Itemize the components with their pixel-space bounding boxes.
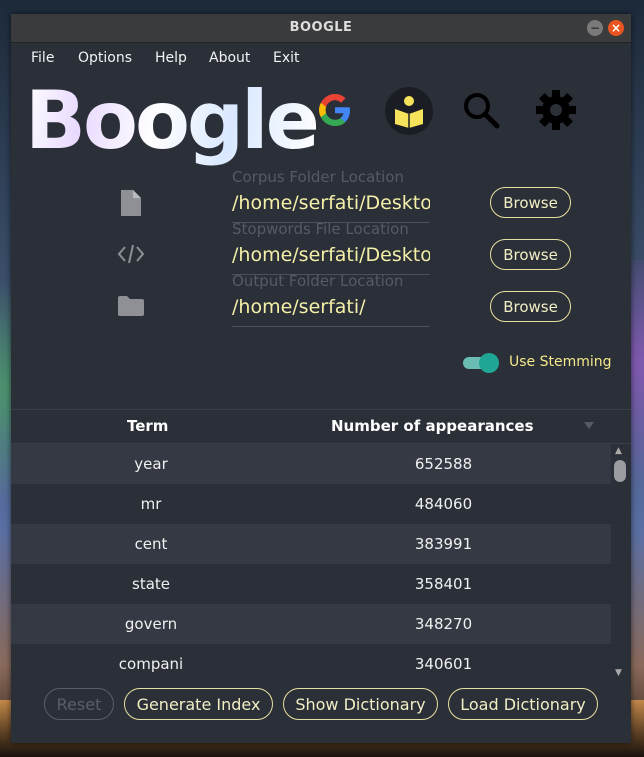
stopwords-path-input[interactable]: /home/serfati/Desktop xyxy=(232,241,430,269)
stopwords-label: Stopwords File Location xyxy=(232,220,409,238)
stemming-toggle[interactable] xyxy=(461,353,499,373)
output-underline xyxy=(232,326,430,327)
corpus-path-input[interactable]: /home/serfati/Desktop xyxy=(232,189,430,217)
output-label: Output Folder Location xyxy=(232,272,404,290)
table-row[interactable]: govern 348270 xyxy=(11,604,611,644)
term-cell: govern xyxy=(124,615,178,633)
count-cell: 652588 xyxy=(414,455,473,473)
count-cell: 358401 xyxy=(414,575,473,593)
term-cell: year xyxy=(134,455,168,473)
menu-about[interactable]: About xyxy=(209,43,250,73)
table-row[interactable]: mr 484060 xyxy=(11,484,611,524)
stemming-label: Use Stemming xyxy=(509,354,612,370)
menu-bar: File Options Help About Exit xyxy=(11,43,631,73)
table-header: Term Number of appearances xyxy=(11,410,631,444)
show-dictionary-button[interactable]: Show Dictionary xyxy=(283,688,438,720)
count-cell: 484060 xyxy=(414,495,473,513)
count-cell: 383991 xyxy=(414,535,473,553)
term-cell: mr xyxy=(140,495,162,513)
reader-icon[interactable] xyxy=(384,86,434,136)
corpus-label: Corpus Folder Location xyxy=(232,168,404,186)
output-path-input[interactable]: /home/serfati/ xyxy=(232,293,430,321)
search-icon[interactable] xyxy=(461,90,501,130)
column-appearances[interactable]: Number of appearances xyxy=(331,410,534,443)
sort-arrow-icon[interactable] xyxy=(584,422,594,429)
table-row[interactable]: year 652588 xyxy=(11,444,611,484)
corpus-browse-button[interactable]: Browse xyxy=(490,187,571,218)
stopwords-browse-button[interactable]: Browse xyxy=(490,239,571,270)
menu-options[interactable]: Options xyxy=(78,43,132,73)
table-row[interactable]: cent 383991 xyxy=(11,524,611,564)
column-term[interactable]: Term xyxy=(127,410,168,443)
title-bar[interactable]: BOOGLE − × xyxy=(11,14,631,43)
menu-exit[interactable]: Exit xyxy=(273,43,300,73)
menu-help[interactable]: Help xyxy=(155,43,187,73)
dictionary-table: Term Number of appearances year 652588 m… xyxy=(11,409,631,684)
generate-index-button[interactable]: Generate Index xyxy=(124,688,273,720)
folder-icon xyxy=(118,296,144,316)
window-title: BOOGLE xyxy=(289,20,353,35)
output-browse-button[interactable]: Browse xyxy=(490,291,571,322)
count-cell: 348270 xyxy=(414,615,473,633)
scroll-down-icon[interactable]: ▼ xyxy=(615,668,622,678)
toggle-knob xyxy=(479,353,499,373)
table-row[interactable]: state 358401 xyxy=(11,564,611,604)
table-row[interactable]: compani 340601 xyxy=(11,644,611,684)
scroll-up-icon[interactable]: ▲ xyxy=(615,446,622,456)
scroll-thumb[interactable] xyxy=(614,460,626,482)
menu-file[interactable]: File xyxy=(31,43,54,73)
settings-icon[interactable] xyxy=(535,89,577,131)
count-cell: 340601 xyxy=(414,655,473,673)
reset-button[interactable]: Reset xyxy=(44,688,114,720)
app-logo: Boogle xyxy=(25,74,320,167)
google-icon[interactable] xyxy=(317,92,353,128)
app-window: BOOGLE − × File Options Help About Exit … xyxy=(11,14,631,743)
term-cell: state xyxy=(132,575,170,593)
table-scrollbar[interactable]: ▲ ▼ xyxy=(611,444,629,682)
minimize-button[interactable]: − xyxy=(587,20,603,36)
file-icon xyxy=(121,190,141,216)
term-cell: compani xyxy=(118,655,184,673)
load-dictionary-button[interactable]: Load Dictionary xyxy=(448,688,598,720)
action-bar: Reset Generate Index Show Dictionary Loa… xyxy=(11,682,631,743)
code-icon xyxy=(117,244,145,264)
close-button[interactable]: × xyxy=(608,20,624,36)
term-cell: cent xyxy=(134,535,168,553)
